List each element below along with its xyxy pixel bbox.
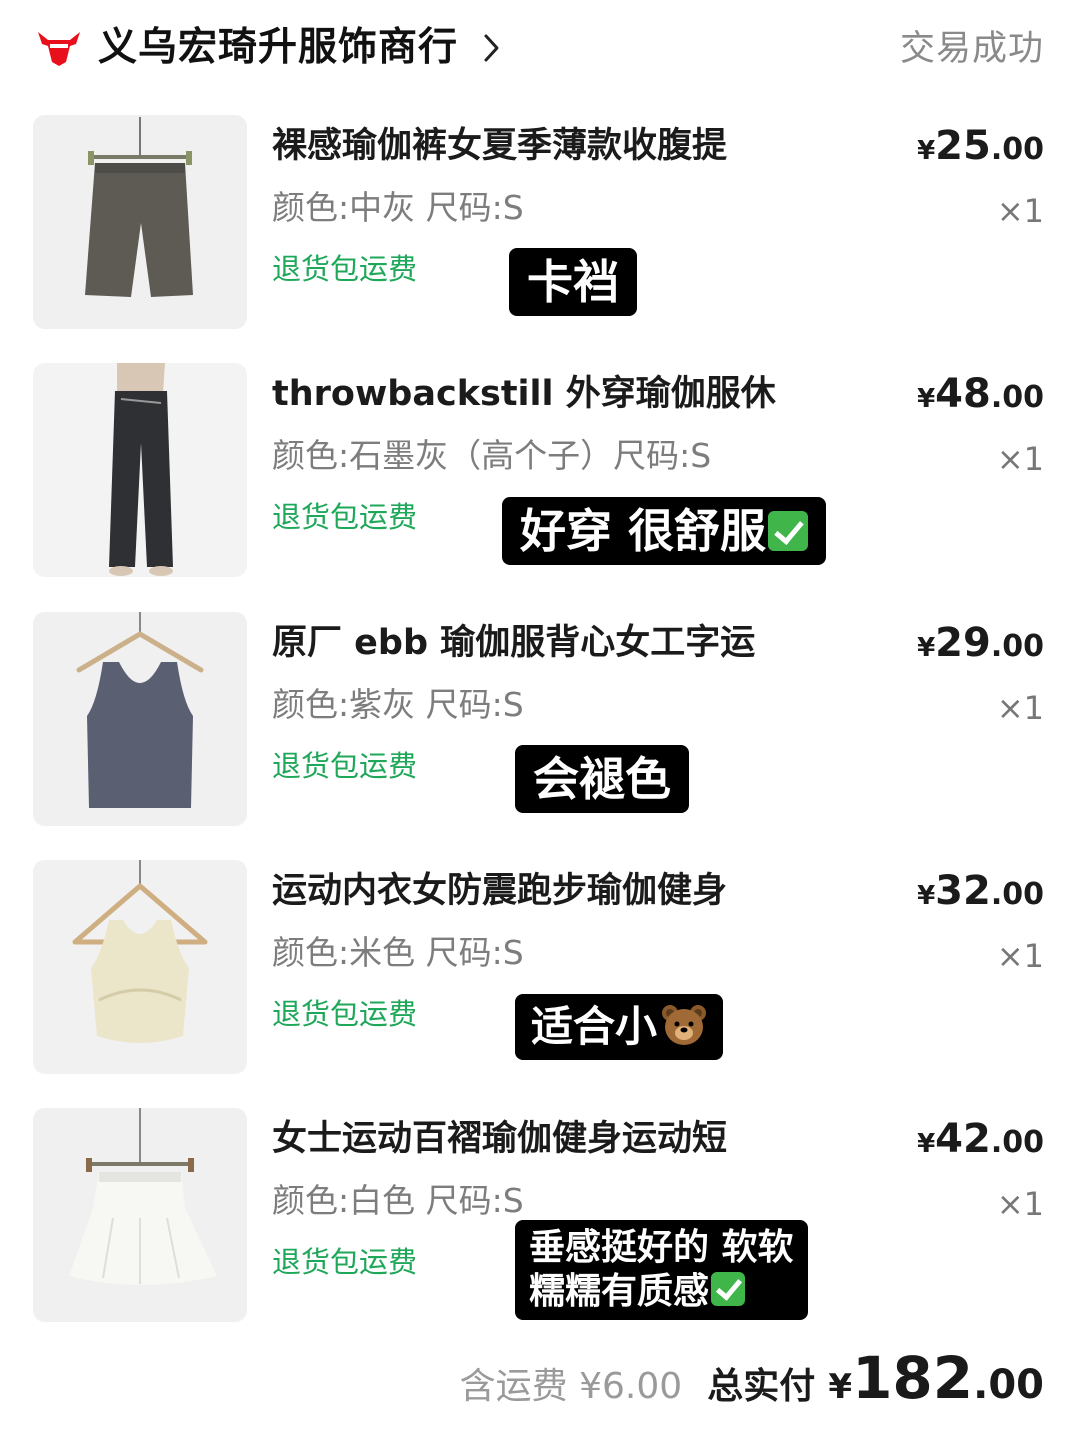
white-skirt-icon [33,1108,247,1322]
order-item[interactable]: 裸感瑜伽裤女夏季薄款收腹提 颜色:中灰 尺码:S 退货包运费 ¥25.00 ×1… [0,115,1080,331]
total-amount-int: 182 [852,1344,974,1412]
product-quantity: ×1 [996,1185,1044,1223]
product-quantity: ×1 [996,440,1044,478]
product-spec: 颜色:中灰 尺码:S [272,188,524,227]
review-note: 会褪色 [515,745,689,813]
product-thumbnail[interactable] [33,363,247,577]
product-title[interactable]: throwbackstill 外穿瑜伽服休 [272,371,812,417]
product-title[interactable]: 原厂 ebb 瑜伽服背心女工字运 [272,620,812,666]
check-mark-icon [768,511,809,551]
review-note: 垂感挺好的 软软 糯糯有质感 [515,1220,808,1320]
product-thumbnail[interactable] [33,115,247,329]
check-mark-icon [711,1272,746,1306]
gray-shorts-icon [33,115,247,329]
review-note-text: 适合小 [531,1002,658,1051]
total-label: 总实付 [707,1366,816,1407]
total-amount-dec: .00 [973,1362,1044,1408]
review-note: 好穿 很舒服 [502,497,827,565]
product-spec: 颜色:白色 尺码:S [272,1181,524,1220]
return-shipping-tag: 退货包运费 [272,997,418,1031]
product-price: ¥42.00 [917,1116,1044,1162]
product-price: ¥25.00 [917,123,1044,169]
chevron-right-icon[interactable] [482,32,502,64]
return-shipping-tag: 退货包运费 [272,1245,418,1279]
order-card: 义乌宏琦升服饰商行 交易成功 裸感瑜伽裤女夏季薄款收腹提 颜色:中灰 尺码:S … [0,0,1080,1432]
product-quantity: ×1 [996,689,1044,727]
order-item[interactable]: 运动内衣女防震跑步瑜伽健身 颜色:米色 尺码:S 退货包运费 ¥32.00 ×1… [0,860,1080,1076]
product-title[interactable]: 女士运动百褶瑜伽健身运动短 [272,1116,812,1162]
tmall-logo-icon [38,32,80,66]
product-spec: 颜色:米色 尺码:S [272,933,524,972]
product-spec: 颜色:石墨灰（高个子）尺码:S [272,436,712,475]
product-price: ¥32.00 [917,868,1044,914]
order-item[interactable]: throwbackstill 外穿瑜伽服休 颜色:石墨灰（高个子）尺码:S 退货… [0,363,1080,579]
return-shipping-tag: 退货包运费 [272,252,418,286]
product-price: ¥29.00 [917,620,1044,666]
review-note-text: 好穿 很舒服 [520,504,767,558]
total-currency: ¥ [828,1367,853,1407]
product-quantity: ×1 [996,937,1044,975]
review-note: 卡裆 [509,248,637,316]
return-shipping-tag: 退货包运费 [272,500,418,534]
return-shipping-tag: 退货包运费 [272,749,418,783]
sports-bra-icon [33,860,247,1074]
product-price: ¥48.00 [917,371,1044,417]
order-total: 含运费 ¥6.00 总实付 ¥182.00 [460,1346,1044,1425]
shop-name[interactable]: 义乌宏琦升服饰商行 [98,22,458,74]
product-quantity: ×1 [996,192,1044,230]
product-title[interactable]: 裸感瑜伽裤女夏季薄款收腹提 [272,123,812,169]
order-header: 义乌宏琦升服饰商行 交易成功 [0,0,1080,100]
product-thumbnail[interactable] [33,1108,247,1322]
product-thumbnail[interactable] [33,612,247,826]
product-spec: 颜色:紫灰 尺码:S [272,685,524,724]
order-item[interactable]: 女士运动百褶瑜伽健身运动短 颜色:白色 尺码:S 退货包运费 ¥42.00 ×1… [0,1108,1080,1324]
review-note-line-2: 糯糯有质感 [529,1270,794,1314]
review-note: 适合小 [515,994,724,1060]
product-title[interactable]: 运动内衣女防震跑步瑜伽健身 [272,868,812,914]
shipping-fee: 含运费 ¥6.00 [459,1366,683,1407]
bear-emoji-icon [662,1005,707,1045]
tank-top-icon [33,612,247,826]
review-note-line-1: 垂感挺好的 软软 [529,1227,794,1268]
black-pants-icon [33,363,247,577]
order-status: 交易成功 [899,29,1044,69]
order-item[interactable]: 原厂 ebb 瑜伽服背心女工字运 颜色:紫灰 尺码:S 退货包运费 ¥29.00… [0,612,1080,828]
product-thumbnail[interactable] [33,860,247,1074]
